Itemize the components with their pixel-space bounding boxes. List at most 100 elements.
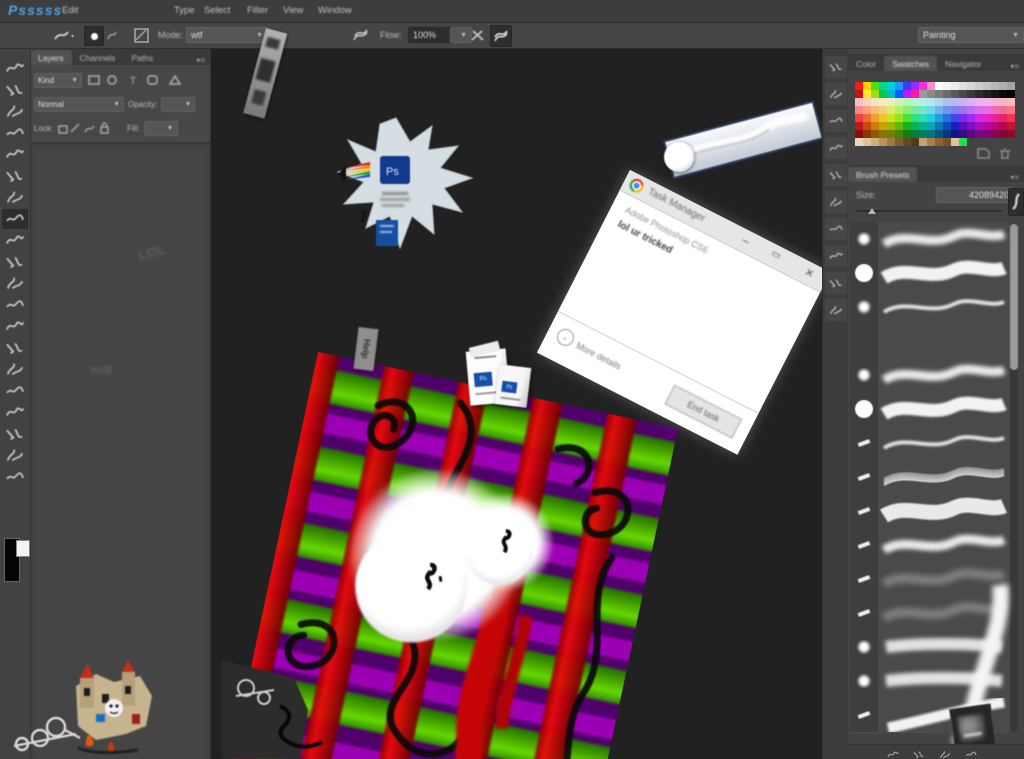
swatch[interactable] — [879, 130, 887, 138]
menu-item-filter[interactable]: Filter — [247, 5, 268, 16]
swatch[interactable] — [951, 138, 959, 146]
swatch[interactable] — [863, 114, 871, 122]
swatch[interactable] — [975, 122, 983, 130]
tab-layers[interactable]: Layers — [30, 50, 72, 65]
swatch[interactable] — [863, 82, 871, 90]
menu-item-view[interactable]: View — [283, 5, 303, 16]
swatch[interactable] — [967, 90, 975, 98]
swatch[interactable] — [871, 130, 879, 138]
background-color-swatch[interactable] — [16, 540, 30, 557]
swatch[interactable] — [999, 82, 1007, 90]
swatch[interactable] — [903, 98, 911, 106]
swatch[interactable] — [855, 106, 863, 114]
swatch[interactable] — [943, 82, 951, 90]
swatch[interactable] — [879, 90, 887, 98]
blend-mode-select[interactable]: Normal▼ — [34, 97, 124, 112]
swatch[interactable] — [1007, 114, 1015, 122]
tool-clone-stamp[interactable] — [2, 230, 28, 250]
kind-filter-select[interactable]: Kind▼ — [34, 73, 82, 88]
panel-icon-styles[interactable] — [825, 164, 847, 186]
brush-panel-toggle[interactable] — [104, 26, 120, 44]
swatch[interactable] — [903, 138, 911, 146]
swatch[interactable] — [991, 130, 999, 138]
swatch[interactable] — [911, 138, 919, 146]
panel-menu-icon[interactable]: ▾≡ — [1005, 62, 1024, 71]
swatch[interactable] — [927, 82, 935, 90]
swatch[interactable] — [935, 122, 943, 130]
swatch[interactable] — [999, 98, 1007, 106]
swatch[interactable] — [991, 82, 999, 90]
swatch[interactable] — [967, 106, 975, 114]
swatch[interactable] — [863, 122, 871, 130]
swatch[interactable] — [919, 114, 927, 122]
close-button[interactable]: ✕ — [802, 265, 816, 281]
panel-icon-character[interactable] — [825, 191, 847, 213]
swatch[interactable] — [967, 122, 975, 130]
maximize-button[interactable]: ▭ — [769, 248, 782, 262]
panel-icon-clone-source[interactable] — [825, 245, 847, 267]
swatch[interactable] — [895, 138, 903, 146]
swatch[interactable] — [975, 114, 983, 122]
swatch[interactable] — [959, 130, 967, 138]
swatch[interactable] — [959, 138, 967, 146]
swatch[interactable] — [871, 82, 879, 90]
swatch[interactable] — [887, 106, 895, 114]
swatch[interactable] — [887, 82, 895, 90]
fill-field[interactable]: ▼ — [144, 121, 178, 136]
swatch[interactable] — [927, 114, 935, 122]
swatch[interactable] — [935, 82, 943, 90]
swatch[interactable] — [879, 114, 887, 122]
swatch[interactable] — [975, 106, 983, 114]
swatch[interactable] — [959, 122, 967, 130]
swatch[interactable] — [871, 138, 879, 146]
swatch[interactable] — [935, 130, 943, 138]
swatch[interactable] — [951, 114, 959, 122]
swatch[interactable] — [935, 106, 943, 114]
swatch[interactable] — [1007, 130, 1015, 138]
swatch[interactable] — [943, 106, 951, 114]
panel-menu-icon[interactable]: ▾≡ — [191, 56, 210, 65]
tool-history-brush[interactable] — [2, 252, 28, 272]
swatch[interactable] — [951, 130, 959, 138]
tool-path-selection[interactable] — [2, 402, 28, 422]
panel-icon-properties[interactable] — [825, 110, 847, 132]
swatch[interactable] — [887, 130, 895, 138]
swatch[interactable] — [991, 98, 999, 106]
swatch[interactable] — [911, 122, 919, 130]
tool-spot-healing[interactable] — [2, 187, 28, 207]
swatch[interactable] — [999, 114, 1007, 122]
swatch[interactable] — [991, 106, 999, 114]
menu-item-window[interactable]: Window — [318, 5, 352, 16]
swatch[interactable] — [999, 130, 1007, 138]
swatch[interactable] — [999, 106, 1007, 114]
scrollbar-thumb[interactable] — [1010, 224, 1018, 370]
swatch[interactable] — [943, 138, 951, 146]
toggle-brush-stroke-icon[interactable] — [886, 747, 900, 759]
swatch[interactable] — [871, 98, 879, 106]
swatch[interactable] — [855, 82, 863, 90]
tool-eyedropper[interactable] — [2, 166, 28, 186]
swatch[interactable] — [983, 114, 991, 122]
create-new-brush-icon[interactable] — [938, 747, 952, 759]
tool-move[interactable] — [2, 58, 28, 78]
size-slider-track[interactable] — [856, 210, 1002, 212]
pen-pressure-icon[interactable] — [468, 26, 486, 44]
brush-preset-row[interactable] — [850, 256, 1010, 291]
swatch[interactable] — [879, 82, 887, 90]
swatch[interactable] — [1007, 82, 1015, 90]
swatch[interactable] — [927, 90, 935, 98]
swatch[interactable] — [903, 82, 911, 90]
swatch[interactable] — [863, 130, 871, 138]
swatch[interactable] — [943, 114, 951, 122]
tab-paths[interactable]: Paths — [123, 50, 161, 65]
swatch[interactable] — [943, 130, 951, 138]
panel-icon-adjustments[interactable] — [825, 137, 847, 159]
swatch[interactable] — [959, 90, 967, 98]
lock-icons[interactable] — [57, 121, 115, 135]
swatch[interactable] — [935, 114, 943, 122]
swatch[interactable] — [991, 122, 999, 130]
swatch[interactable] — [903, 106, 911, 114]
swatch[interactable] — [991, 90, 999, 98]
brush-preset-row[interactable] — [850, 324, 1010, 359]
menu-item-edit[interactable]: Edit — [62, 5, 78, 16]
